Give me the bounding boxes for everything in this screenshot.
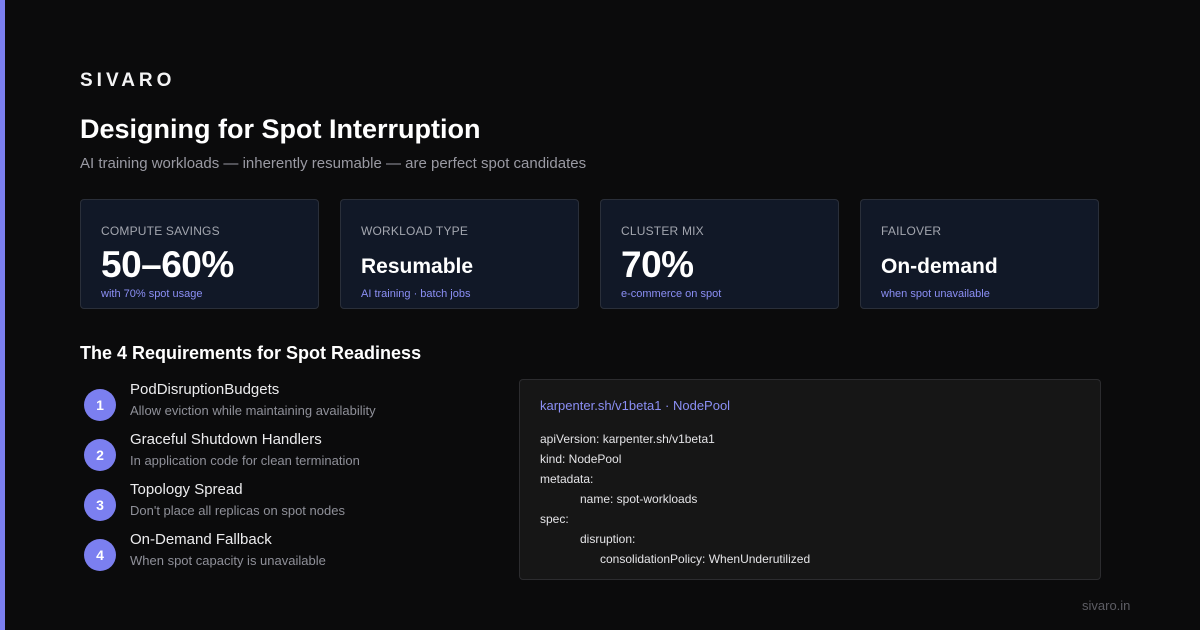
brand-logo: SIVARO [80, 70, 176, 91]
accent-bar [0, 0, 5, 630]
page-title: Designing for Spot Interruption [80, 114, 481, 144]
code-line: name: spot-workloads [580, 492, 698, 506]
stat-card-compute-savings: COMPUTE SAVINGS 50–60% with 70% spot usa… [80, 199, 319, 309]
requirement-item-4: 4 On-Demand Fallback When spot capacity … [84, 531, 484, 583]
requirement-desc: Allow eviction while maintaining availab… [130, 403, 376, 418]
stat-card-failover: FAILOVER On-demand when spot unavailable [860, 199, 1099, 309]
stat-sub: e-commerce on spot [621, 288, 722, 300]
stat-label: WORKLOAD TYPE [361, 224, 469, 238]
stat-sub: when spot unavailable [881, 288, 990, 300]
requirement-title: Graceful Shutdown Handlers [130, 431, 322, 448]
step-number-badge: 4 [84, 539, 116, 571]
code-block: apiVersion: karpenter.sh/v1beta1 kind: N… [540, 429, 810, 569]
requirement-title: PodDisruptionBudgets [130, 381, 280, 398]
step-number-badge: 3 [84, 489, 116, 521]
stat-value: Resumable [361, 255, 474, 278]
requirement-desc: When spot capacity is unavailable [130, 553, 326, 568]
stat-card-workload-type: WORKLOAD TYPE Resumable AI training · ba… [340, 199, 579, 309]
step-number-badge: 2 [84, 439, 116, 471]
stat-card-cluster-mix: CLUSTER MIX 70% e-commerce on spot [600, 199, 839, 309]
stat-value: 70% [621, 244, 694, 285]
requirement-desc: In application code for clean terminatio… [130, 453, 360, 468]
code-line: spec: [540, 512, 569, 526]
page-subtitle: AI training workloads — inherently resum… [80, 155, 587, 172]
stat-label: COMPUTE SAVINGS [101, 224, 220, 238]
code-header: karpenter.sh/v1beta1 · NodePool [540, 398, 731, 413]
stat-sub: with 70% spot usage [101, 288, 203, 300]
requirement-title: On-Demand Fallback [130, 531, 272, 548]
requirement-item-3: 3 Topology Spread Don't place all replic… [84, 481, 484, 533]
requirements-title: The 4 Requirements for Spot Readiness [80, 343, 422, 363]
code-line: apiVersion: karpenter.sh/v1beta1 [540, 432, 715, 446]
requirement-desc: Don't place all replicas on spot nodes [130, 503, 345, 518]
code-line: metadata: [540, 472, 594, 486]
stat-label: CLUSTER MIX [621, 224, 704, 238]
code-line: kind: NodePool [540, 452, 622, 466]
code-line: consolidationPolicy: WhenUnderutilized [600, 552, 811, 566]
footer-url: sivaro.in [1082, 598, 1131, 613]
stat-label: FAILOVER [881, 224, 942, 238]
stat-value: 50–60% [101, 244, 234, 285]
requirement-title: Topology Spread [130, 481, 243, 498]
stat-sub: AI training · batch jobs [361, 288, 471, 300]
code-snippet-card: karpenter.sh/v1beta1 · NodePool apiVersi… [519, 379, 1101, 580]
requirement-item-2: 2 Graceful Shutdown Handlers In applicat… [84, 431, 484, 483]
requirement-item-1: 1 PodDisruptionBudgets Allow eviction wh… [84, 381, 484, 433]
stat-value: On-demand [881, 255, 998, 278]
step-number-badge: 1 [84, 389, 116, 421]
code-line: disruption: [580, 532, 636, 546]
